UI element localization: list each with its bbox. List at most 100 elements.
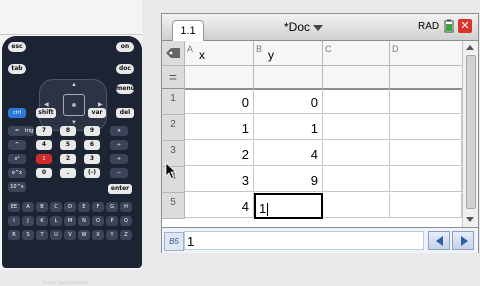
doc-key[interactable]: doc (116, 64, 134, 74)
letter-key-z[interactable]: Z (120, 230, 132, 240)
letter-key-e2[interactable]: E (78, 202, 90, 212)
letter-key-r[interactable]: R (8, 230, 20, 240)
plus-key[interactable]: + (110, 154, 128, 164)
letter-key-g[interactable]: G (106, 202, 118, 212)
on-key[interactable]: on (116, 42, 134, 52)
negative-key[interactable]: (-) (84, 168, 100, 178)
cell-d4[interactable] (390, 167, 462, 192)
minus-key[interactable]: − (110, 168, 128, 178)
formula-cell-b[interactable] (254, 66, 323, 90)
cell-c3[interactable] (323, 141, 390, 166)
letter-key-l[interactable]: L (50, 216, 62, 226)
letter-key-t[interactable]: T (36, 230, 48, 240)
cell-b4[interactable]: 9 (254, 167, 323, 192)
letter-key-i[interactable]: I (8, 216, 20, 226)
previous-button[interactable] (428, 231, 450, 250)
letter-key-u[interactable]: U (50, 230, 62, 240)
cell-d3[interactable] (390, 141, 462, 166)
letter-key-o[interactable]: O (92, 216, 104, 226)
cell-a3[interactable]: 2 (185, 141, 254, 166)
letter-key-x[interactable]: X (92, 230, 104, 240)
key-3[interactable]: 3 (84, 154, 100, 164)
multiply-key[interactable]: × (110, 126, 128, 136)
letter-key-h[interactable]: H (120, 202, 132, 212)
row-header[interactable]: 1 (162, 89, 185, 115)
letter-key-d[interactable]: D (64, 202, 76, 212)
key-5[interactable]: 5 (60, 140, 76, 150)
key-0[interactable]: 0 (36, 168, 52, 178)
entry-input[interactable]: 1 (184, 231, 424, 250)
scroll-up-icon[interactable] (466, 45, 474, 50)
esc-key[interactable]: esc (8, 42, 26, 52)
cell-b3[interactable]: 4 (254, 141, 323, 166)
cell-c5[interactable] (323, 193, 390, 218)
corner-cell[interactable] (162, 41, 185, 66)
letter-key-m[interactable]: M (64, 216, 76, 226)
letter-key-s[interactable]: S (22, 230, 34, 240)
key-9[interactable]: 9 (84, 126, 100, 136)
letter-key-b[interactable]: B (36, 202, 48, 212)
cell-c2[interactable] (323, 115, 390, 140)
formula-cell-c[interactable] (323, 66, 390, 90)
row-header[interactable]: 5 (162, 193, 185, 219)
letter-key-q[interactable]: Q (120, 216, 132, 226)
letter-key-p[interactable]: P (106, 216, 118, 226)
letter-key-a[interactable]: A (22, 202, 34, 212)
vertical-scrollbar[interactable] (462, 41, 478, 227)
column-header-b[interactable]: B y (254, 41, 323, 66)
divide-key[interactable]: ÷ (110, 140, 128, 150)
column-header-c[interactable]: C (323, 41, 390, 66)
close-button[interactable]: ✕ (458, 19, 472, 33)
cell-d5[interactable] (390, 193, 462, 218)
row-header[interactable]: 2 (162, 115, 185, 141)
enter-key[interactable]: enter (108, 184, 132, 194)
letter-key-v[interactable]: V (64, 230, 76, 240)
scrollbar-thumb[interactable] (466, 55, 476, 209)
letter-key-c[interactable]: C (50, 202, 62, 212)
letter-key-k[interactable]: K (36, 216, 48, 226)
letter-key-e[interactable]: EE (8, 202, 20, 212)
cell-b2[interactable]: 1 (254, 115, 323, 140)
cell-a2[interactable]: 1 (185, 115, 254, 140)
var-key[interactable]: var (88, 108, 106, 118)
cell-b1[interactable]: 0 (254, 89, 323, 114)
cell-c1[interactable] (323, 89, 390, 114)
del-key[interactable]: del (116, 108, 134, 118)
letter-key-w[interactable]: W (78, 230, 90, 240)
menu-key[interactable]: menu (116, 84, 135, 94)
tab-page[interactable]: 1.1 (172, 20, 204, 41)
letter-key-y[interactable]: Y (106, 230, 118, 240)
key-1[interactable]: 1 (36, 154, 52, 164)
touchpad[interactable]: ▲ ▼ ◀ ▶ (39, 79, 107, 131)
caret-key[interactable]: ^ (8, 140, 26, 150)
column-header-a[interactable]: A x (185, 41, 254, 66)
cell-d1[interactable] (390, 89, 462, 114)
letter-key-f[interactable]: F (92, 202, 104, 212)
formula-cell-d[interactable] (390, 66, 463, 90)
cell-a1[interactable]: 0 (185, 89, 254, 114)
key-4[interactable]: 4 (36, 140, 52, 150)
shift-key[interactable]: shift (36, 108, 56, 118)
exp-key[interactable]: e^x (8, 168, 26, 178)
document-title[interactable]: *Doc (284, 20, 324, 34)
square-key[interactable]: x² (8, 154, 26, 164)
ten-power-key[interactable]: 10^x (8, 182, 26, 192)
key-2[interactable]: 2 (60, 154, 76, 164)
decimal-key[interactable]: . (60, 168, 76, 178)
cell-a4[interactable]: 3 (185, 167, 254, 192)
ctrl-key[interactable]: ctrl (8, 108, 26, 118)
letter-key-n[interactable]: N (78, 216, 90, 226)
scroll-down-icon[interactable] (466, 217, 474, 222)
column-header-d[interactable]: D (390, 41, 463, 66)
key-8[interactable]: 8 (60, 126, 76, 136)
tab-key[interactable]: tab (8, 64, 26, 74)
key-6[interactable]: 6 (84, 140, 100, 150)
key-7[interactable]: 7 (36, 126, 52, 136)
trig-key[interactable]: trig (24, 126, 34, 136)
touchpad-center-button[interactable] (63, 94, 85, 116)
formula-cell-a[interactable] (185, 66, 254, 90)
next-button[interactable] (452, 231, 474, 250)
cell-c4[interactable] (323, 167, 390, 192)
cell-a5[interactable]: 4 (185, 193, 254, 218)
cell-d2[interactable] (390, 115, 462, 140)
